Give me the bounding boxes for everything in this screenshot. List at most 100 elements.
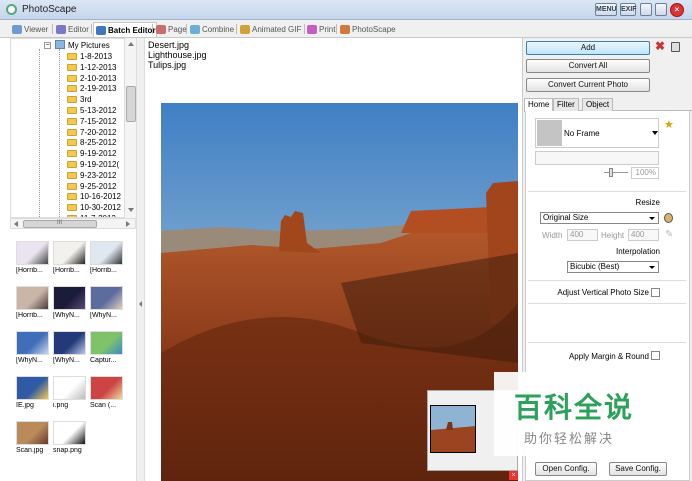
- save-config-button[interactable]: Save Config.: [609, 462, 667, 476]
- open-config-button[interactable]: Open Config.: [535, 462, 597, 476]
- tab-animated-gif[interactable]: Animated GIF: [238, 22, 301, 37]
- tree-item-folder[interactable]: 3rd: [67, 94, 92, 105]
- thumbnail-item[interactable]: [Horrib...: [90, 241, 124, 279]
- tab-combine[interactable]: Combine: [188, 22, 234, 37]
- tree-item-folder[interactable]: 1-12-2013: [67, 62, 116, 73]
- folder-icon: [67, 53, 77, 60]
- tab-label: Combine: [202, 25, 235, 34]
- minimize-icon[interactable]: [640, 3, 652, 16]
- collapse-icon[interactable]: −: [44, 42, 51, 49]
- tab-print[interactable]: Print: [305, 22, 335, 37]
- thumbnail-item[interactable]: [WhyN...: [53, 286, 87, 324]
- thumbnail-item[interactable]: Captur...: [90, 331, 124, 369]
- animated-gif-icon: [240, 25, 250, 34]
- adjust-vertical-checkbox[interactable]: [651, 288, 660, 297]
- slider-knob[interactable]: [609, 168, 613, 177]
- thumbnail-caption: snap.png: [53, 447, 82, 454]
- navigator-thumbnail[interactable]: [430, 405, 476, 453]
- tab-label: Batch Editor: [108, 26, 156, 35]
- height-field[interactable]: 400: [628, 229, 659, 241]
- tab-object[interactable]: Object: [582, 98, 614, 111]
- thumbnail-item[interactable]: [Horrib...: [16, 241, 50, 279]
- tree-item-folder[interactable]: 8-25-2012: [67, 137, 116, 148]
- thumbnail-item[interactable]: Scan.jpg: [16, 421, 50, 459]
- tab-photoscape[interactable]: PhotoScape: [338, 22, 396, 37]
- height-label: Height: [601, 231, 625, 240]
- tree-vertical-scrollbar[interactable]: [124, 38, 136, 218]
- tab-editor[interactable]: Editor: [54, 22, 89, 37]
- tree-item-folder[interactable]: 10-30-2012: [67, 202, 121, 213]
- edit-icon[interactable]: ✎: [665, 229, 673, 240]
- close-icon[interactable]: ×: [670, 3, 684, 17]
- tree-item-folder[interactable]: 9-25-2012: [67, 181, 116, 192]
- interpolation-select[interactable]: Bicubic (Best): [567, 261, 659, 273]
- tree-item-folder[interactable]: 2-10-2013: [67, 73, 116, 84]
- remove-icon[interactable]: ✖: [655, 39, 665, 53]
- thumbnail-item[interactable]: Scan (...: [90, 376, 124, 414]
- apply-margin-checkbox[interactable]: [651, 351, 660, 360]
- file-list[interactable]: Desert.jpg Lighthouse.jpg Tulips.jpg: [146, 38, 521, 100]
- collapse-arrow-icon[interactable]: [139, 301, 142, 307]
- thumbnail-item[interactable]: [Horrib...: [53, 241, 87, 279]
- tree-item-label: 1-8-2013: [80, 52, 113, 61]
- folder-icon: [67, 193, 77, 201]
- tree-item-folder[interactable]: 9-19-2012: [67, 148, 116, 159]
- tree-horizontal-scrollbar[interactable]: III: [10, 218, 136, 229]
- add-button[interactable]: Add: [526, 41, 650, 55]
- restore-icon[interactable]: [655, 3, 667, 16]
- tree-item-folder[interactable]: 2-19-2013: [67, 83, 116, 94]
- thumbnail-image: [90, 376, 123, 400]
- scrollbar-thumb[interactable]: III: [23, 220, 97, 228]
- tab-filter[interactable]: Filter: [553, 98, 579, 111]
- scrollbar-thumb[interactable]: [126, 86, 136, 122]
- tree-item-folder[interactable]: 9-19-2012(: [67, 159, 119, 170]
- tab-page[interactable]: Page: [154, 22, 187, 37]
- resize-label: Resize: [635, 198, 660, 207]
- thumbnail-item[interactable]: [WhyN...: [90, 286, 124, 324]
- thumbnail-caption: Scan (...: [90, 402, 117, 409]
- menu-button[interactable]: MENU: [595, 3, 617, 16]
- list-item[interactable]: Lighthouse.jpg: [148, 50, 207, 60]
- thumbnail-image: [16, 331, 49, 355]
- tree-item-folder[interactable]: 10-16-2012: [67, 191, 121, 202]
- tree-item-folder[interactable]: 1-8-2013: [67, 51, 112, 62]
- tree-item-folder[interactable]: 7-15-2012: [67, 116, 116, 127]
- tab-viewer[interactable]: Viewer: [10, 22, 48, 37]
- list-item[interactable]: Desert.jpg: [148, 40, 189, 50]
- frame-size-slider[interactable]: [604, 168, 628, 177]
- convert-all-button[interactable]: Convert All: [526, 59, 650, 73]
- close-navigator-icon[interactable]: ×: [509, 471, 518, 480]
- page-icon: [156, 25, 166, 34]
- tree-item-folder[interactable]: 7-20-2012: [67, 127, 116, 138]
- tab-batch-editor[interactable]: Batch Editor: [93, 22, 157, 37]
- favorite-star-icon[interactable]: ★: [664, 118, 674, 131]
- thumbnail-item[interactable]: snap.png: [53, 421, 87, 459]
- thumbnail-caption: [Horrib...: [16, 267, 43, 274]
- tree-item-label: 7-20-2012: [80, 127, 117, 137]
- tab-home[interactable]: Home: [524, 98, 554, 112]
- panel-splitter[interactable]: [136, 38, 145, 481]
- frame-select[interactable]: No Frame: [535, 118, 659, 148]
- list-item[interactable]: Tulips.jpg: [148, 60, 186, 70]
- resize-select[interactable]: Original Size: [540, 212, 659, 224]
- frame-size-percent[interactable]: 100%: [631, 167, 659, 179]
- thumbnail-caption: [Horrib...: [53, 267, 80, 274]
- width-field[interactable]: 400: [567, 229, 598, 241]
- folder-tree[interactable]: − My Pictures 1-8-2013 1-12-2013 2-10-2013…: [10, 38, 136, 218]
- frame-option-bar[interactable]: [535, 151, 659, 165]
- tree-item-folder[interactable]: 9-23-2012: [67, 170, 116, 181]
- trash-icon[interactable]: [671, 42, 680, 52]
- watermark-subtitle: 助你轻松解决: [524, 432, 615, 447]
- thumbnail-item[interactable]: i.png: [53, 376, 87, 414]
- tree-item-folder[interactable]: 5-13-2012: [67, 105, 116, 116]
- thumbnail-item[interactable]: [Horrib...: [16, 286, 50, 324]
- exif-button[interactable]: EXIF: [620, 3, 637, 16]
- thumbnail-item[interactable]: [WhyN...: [16, 331, 50, 369]
- tab-label: Print: [319, 25, 336, 34]
- convert-current-photo-button[interactable]: Convert Current Photo: [526, 78, 650, 92]
- navigator-image: [431, 406, 475, 452]
- resize-options-icon[interactable]: [664, 213, 673, 223]
- thumbnail-item[interactable]: [WhyN...: [53, 331, 87, 369]
- tree-item-my-pictures[interactable]: My Pictures: [55, 40, 110, 51]
- thumbnail-item[interactable]: IE.jpg: [16, 376, 50, 414]
